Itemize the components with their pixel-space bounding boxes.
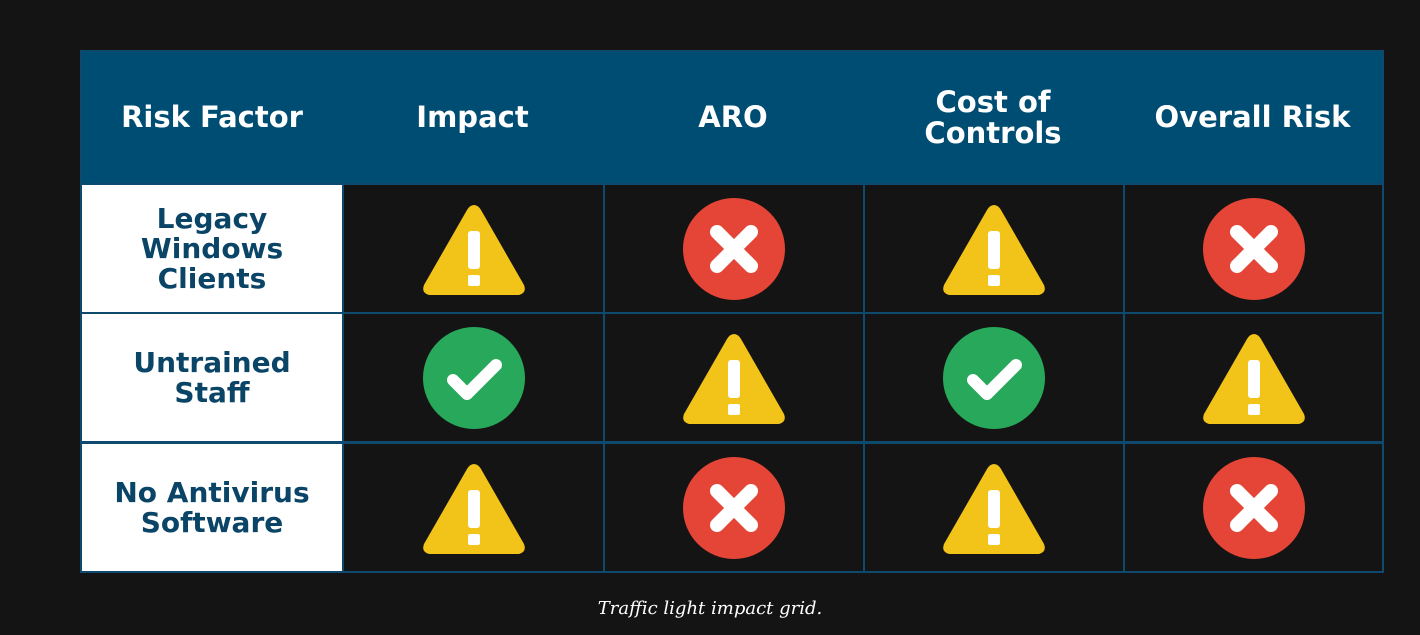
status-cell xyxy=(1123,185,1382,312)
risk-factor-label: Untrained Staff xyxy=(82,314,342,441)
header-cost-of-controls: Cost of Controls xyxy=(863,52,1123,183)
pass-icon xyxy=(943,326,1045,429)
warning-icon xyxy=(422,463,525,554)
fail-icon xyxy=(683,197,785,300)
header-label: Overall Risk xyxy=(1154,100,1351,134)
warning-icon xyxy=(943,463,1045,554)
figure-caption: Traffic light impact grid. xyxy=(597,598,823,619)
header-label: Impact xyxy=(416,100,529,134)
table-row: No Antivirus Software xyxy=(82,444,1382,571)
pass-icon xyxy=(422,326,525,429)
status-cell xyxy=(342,444,603,571)
fail-icon xyxy=(1202,197,1305,300)
status-cell xyxy=(342,185,603,312)
header-aro: ARO xyxy=(603,52,863,183)
table-row: Legacy Windows Clients xyxy=(82,185,1382,312)
warning-icon xyxy=(943,204,1045,295)
status-cell xyxy=(1123,444,1382,571)
header-row: Risk Factor Impact ARO Cost of Controls … xyxy=(82,52,1382,183)
status-cell xyxy=(863,444,1123,571)
warning-icon xyxy=(1202,333,1305,424)
header-impact: Impact xyxy=(342,52,603,183)
status-cell xyxy=(342,314,603,441)
fail-icon xyxy=(683,456,785,559)
status-cell xyxy=(603,314,863,441)
header-risk-factor: Risk Factor xyxy=(82,52,342,183)
header-label: Risk Factor xyxy=(121,100,303,134)
status-cell xyxy=(603,185,863,312)
table-row: Untrained Staff xyxy=(82,314,1382,441)
warning-icon xyxy=(422,204,525,295)
risk-factor-label: No Antivirus Software xyxy=(82,444,342,571)
header-label: Cost of Controls xyxy=(924,84,1062,150)
status-cell xyxy=(603,444,863,571)
warning-icon xyxy=(683,333,785,424)
status-cell xyxy=(863,314,1123,441)
header-label: ARO xyxy=(698,100,768,134)
status-cell xyxy=(1123,314,1382,441)
page: Risk Factor Impact ARO Cost of Controls … xyxy=(0,0,1420,635)
header-overall-risk: Overall Risk xyxy=(1123,52,1382,183)
traffic-light-impact-grid: Risk Factor Impact ARO Cost of Controls … xyxy=(80,50,1384,573)
status-cell xyxy=(863,185,1123,312)
risk-factor-label: Legacy Windows Clients xyxy=(82,185,342,312)
fail-icon xyxy=(1202,456,1305,559)
